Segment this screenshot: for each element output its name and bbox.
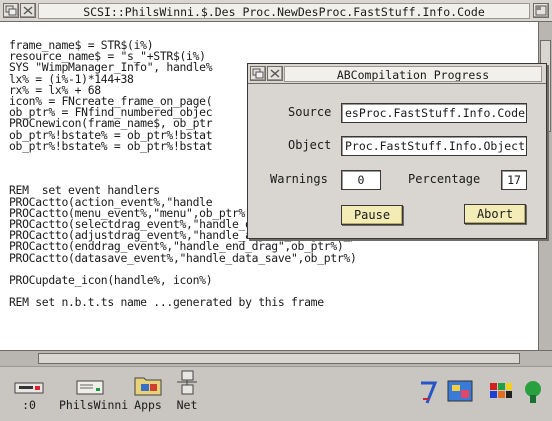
percentage-field: 17 (501, 170, 527, 190)
dialog-title-bar[interactable]: ABCompilation Progress (248, 64, 546, 84)
display-icon (447, 380, 473, 402)
horizontal-scrollbar[interactable] (0, 350, 552, 366)
apps-label: Apps (134, 398, 162, 412)
pause-button[interactable]: Pause (341, 205, 403, 225)
palette-item[interactable] (488, 379, 514, 405)
dialog-title: ABCompilation Progress (284, 66, 542, 82)
compilation-progress-dialog: ABCompilation Progress Source esProc.Fas… (247, 63, 547, 239)
task-manager-item[interactable] (520, 377, 546, 407)
horizontal-scroll-thumb[interactable] (38, 353, 520, 364)
hard-disc-icon (76, 380, 104, 395)
back-icon[interactable] (250, 66, 266, 81)
code-line: PROCupdate_icon(handle%, icon%) (9, 272, 213, 287)
network-icon (177, 370, 197, 395)
net-item[interactable]: Net (172, 369, 202, 412)
floppy-drive-label: :0 (22, 398, 36, 412)
editor-title: SCSI::PhilsWinni.$.Des_Proc.NewDesProc.F… (38, 3, 530, 19)
close-icon[interactable] (267, 66, 283, 81)
floppy-drive-icon (14, 382, 44, 394)
abort-button[interactable]: Abort (464, 204, 526, 224)
hard-disc-label: PhilsWinni (59, 398, 129, 412)
back-icon[interactable] (3, 3, 19, 18)
hard-disc-item[interactable]: PhilsWinni (59, 369, 129, 412)
paint-item[interactable] (416, 377, 442, 407)
object-field: Proc.FastStuff.Info.Object (341, 136, 527, 156)
code-line: PROCactto(datasave_event%,"handle_data_s… (9, 250, 357, 265)
toggle-size-icon[interactable] (533, 3, 549, 18)
palette-icon (490, 383, 512, 398)
apps-folder-icon (134, 377, 162, 396)
editor-title-bar[interactable]: SCSI::PhilsWinni.$.Des_Proc.NewDesProc.F… (0, 0, 552, 22)
apps-item[interactable]: Apps (130, 369, 166, 412)
source-label: Source (288, 105, 332, 119)
floppy-drive-item[interactable]: :0 (12, 369, 46, 412)
object-label: Object (288, 138, 332, 152)
net-label: Net (176, 398, 198, 412)
warnings-field: 0 (341, 170, 381, 190)
warnings-label: Warnings (270, 172, 328, 186)
paint-icon (421, 381, 438, 404)
source-field: esProc.FastStuff.Info.Code (341, 103, 527, 123)
close-icon[interactable] (20, 3, 36, 18)
percentage-label: Percentage (408, 172, 481, 186)
task-manager-icon (525, 381, 541, 403)
display-item[interactable] (446, 377, 476, 407)
code-line: REM set n.b.t.ts name ...generated by th… (9, 295, 324, 310)
icon-bar: :0 PhilsWinni Apps Net (0, 366, 552, 421)
